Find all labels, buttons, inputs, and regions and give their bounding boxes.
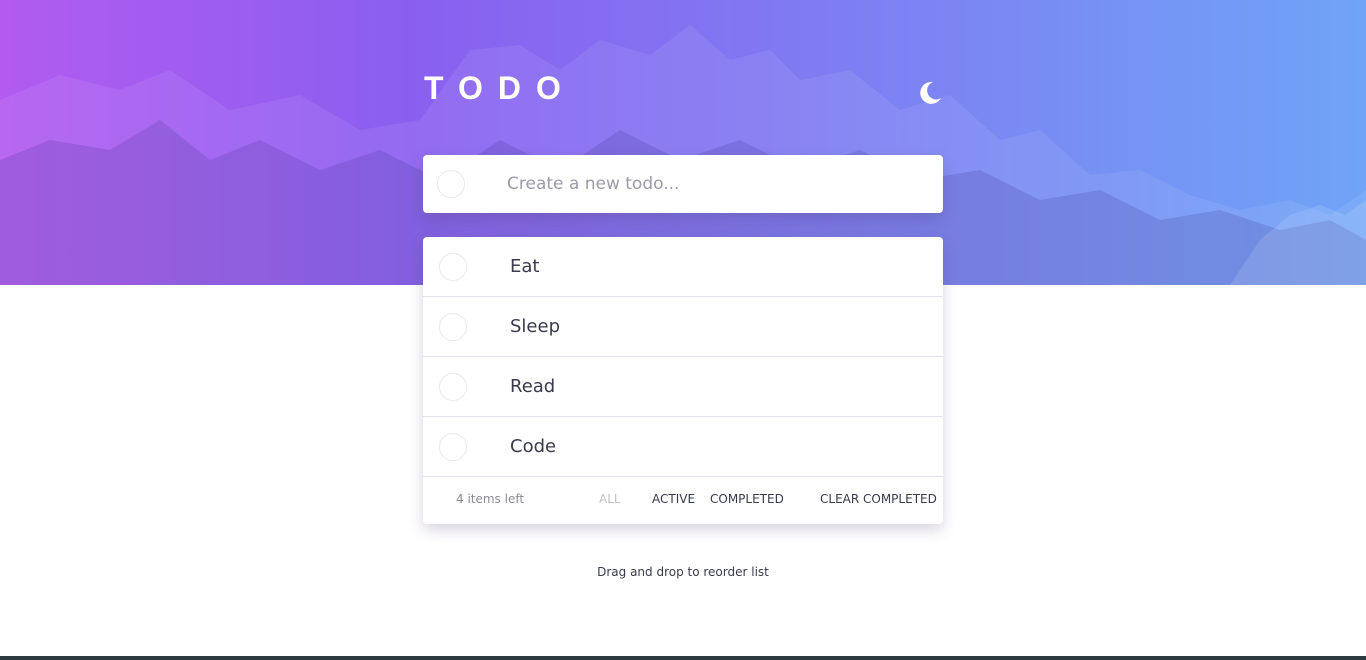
filter-completed[interactable]: COMPLETED xyxy=(710,492,784,506)
todo-text: Eat xyxy=(510,256,540,277)
todo-checkbox[interactable] xyxy=(439,252,467,281)
app-title: TODO xyxy=(424,70,576,106)
todo-list: Eat Sleep Read Code 4 items left ALL ACT… xyxy=(423,237,943,524)
todo-text: Code xyxy=(510,436,557,457)
clear-completed-button[interactable]: CLEAR COMPLETED xyxy=(820,492,937,506)
todo-item-sleep[interactable]: Sleep xyxy=(423,297,943,357)
reorder-hint: Drag and drop to reorder list xyxy=(597,565,769,579)
filter-active[interactable]: ACTIVE xyxy=(652,492,695,506)
new-todo-input[interactable] xyxy=(507,174,907,194)
theme-toggle-button[interactable] xyxy=(914,78,944,108)
todo-checkbox[interactable] xyxy=(439,372,467,401)
todo-item-eat[interactable]: Eat xyxy=(423,237,943,297)
todo-text: Read xyxy=(510,376,556,397)
todo-footer: 4 items left ALL ACTIVE COMPLETED CLEAR … xyxy=(423,477,943,523)
new-todo-form xyxy=(423,155,943,213)
todo-item-code[interactable]: Code xyxy=(423,417,943,477)
filter-all[interactable]: ALL xyxy=(599,492,621,506)
todo-item-read[interactable]: Read xyxy=(423,357,943,417)
new-todo-check-circle[interactable] xyxy=(437,170,465,198)
todo-checkbox[interactable] xyxy=(439,432,467,461)
todo-checkbox[interactable] xyxy=(439,312,467,341)
moon-icon xyxy=(920,81,941,104)
items-left-count: 4 items left xyxy=(456,492,525,506)
todo-text: Sleep xyxy=(510,316,561,337)
bottom-divider xyxy=(0,656,1366,660)
